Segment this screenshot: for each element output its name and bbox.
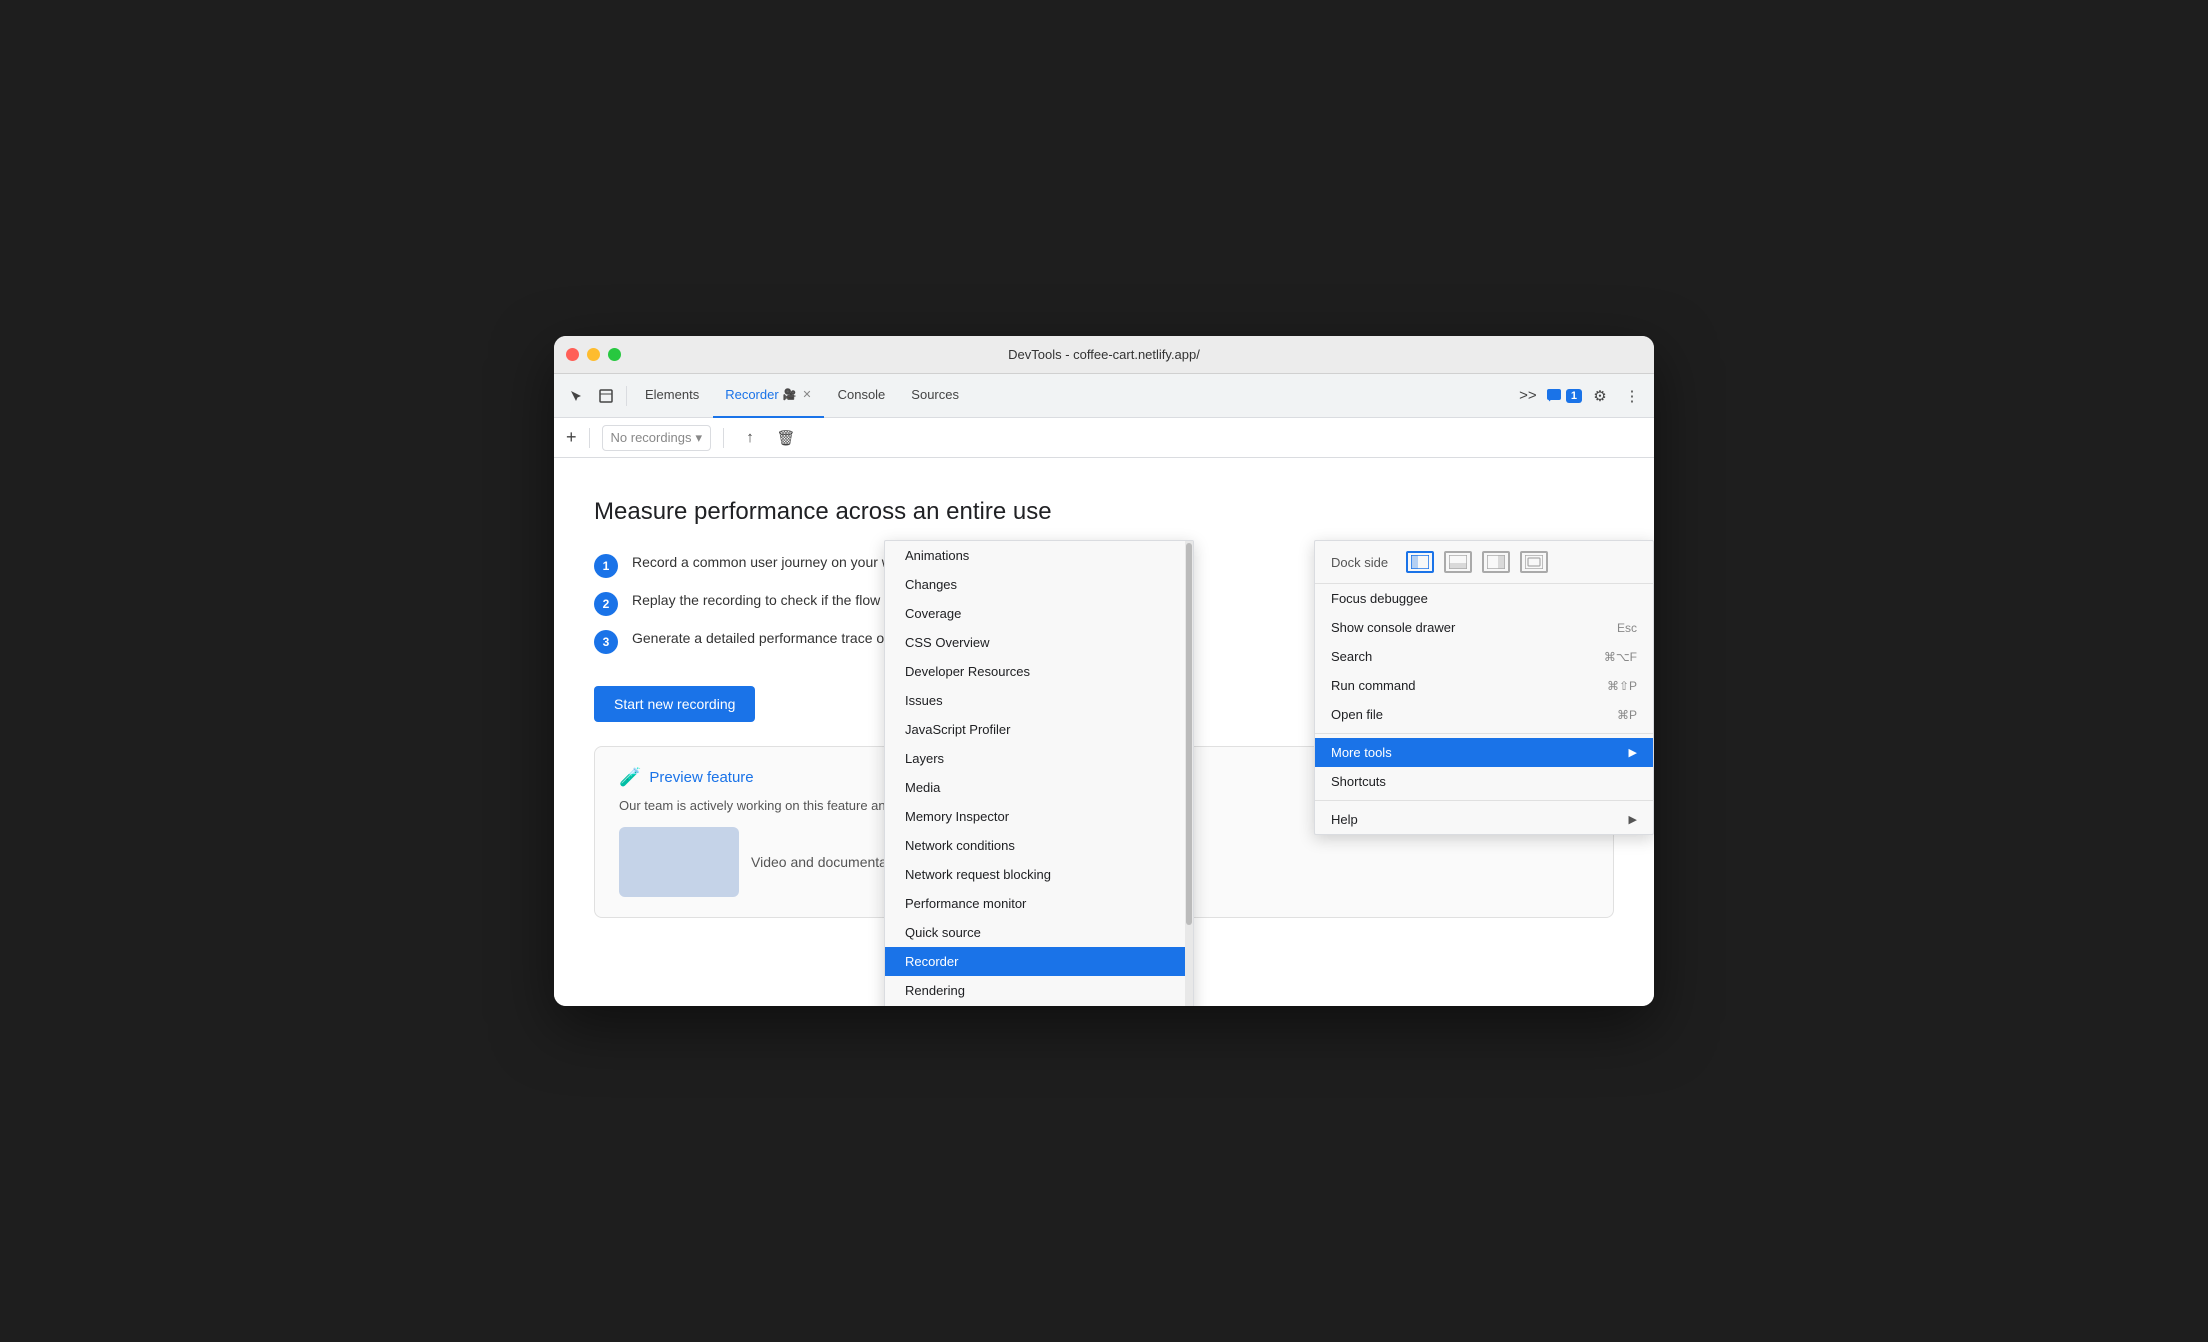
more-tools-item-layers[interactable]: Layers: [885, 744, 1193, 773]
recordings-dropdown[interactable]: No recordings ▾: [602, 425, 711, 451]
more-tools-item-rendering[interactable]: Rendering: [885, 976, 1193, 1005]
menu-separator-2: [1315, 800, 1653, 801]
cursor-icon[interactable]: [562, 382, 590, 410]
tab-console[interactable]: Console: [826, 374, 898, 418]
sub-toolbar-separator-2: [723, 428, 724, 448]
close-button[interactable]: [566, 348, 579, 361]
more-tools-item-network-request-blocking[interactable]: Network request blocking: [885, 860, 1193, 889]
more-tools-item-recorder[interactable]: Recorder: [885, 947, 1193, 976]
titlebar: DevTools - coffee-cart.netlify.app/: [554, 336, 1654, 374]
menu-item-label: More tools: [1331, 745, 1392, 760]
more-options-button[interactable]: ⋮: [1618, 382, 1646, 410]
right-menu-item-search[interactable]: Search ⌘⌥F: [1315, 642, 1653, 671]
right-menu-item-show-console-drawer[interactable]: Show console drawer Esc: [1315, 613, 1653, 642]
settings-button[interactable]: ⚙: [1586, 382, 1614, 410]
dock-right-icon[interactable]: [1482, 551, 1510, 573]
more-tabs-button[interactable]: >>: [1514, 382, 1542, 410]
undock-icon[interactable]: [1520, 551, 1548, 573]
more-tools-item-quick-source[interactable]: Quick source: [885, 918, 1193, 947]
step-number-3: 3: [594, 630, 618, 654]
more-tools-item-performance-monitor[interactable]: Performance monitor: [885, 889, 1193, 918]
more-tools-item-search[interactable]: Search: [885, 1005, 1193, 1006]
more-tools-item-network-conditions[interactable]: Network conditions: [885, 831, 1193, 860]
inspect-icon[interactable]: [592, 382, 620, 410]
menu-item-shortcut: ⌘P: [1617, 708, 1637, 722]
menu-item-shortcut: ⌘⇧P: [1607, 679, 1637, 693]
more-tools-item-css-overview[interactable]: CSS Overview: [885, 628, 1193, 657]
right-menu-item-focus-debuggee[interactable]: Focus debuggee: [1315, 584, 1653, 613]
scrollbar-thumb[interactable]: [1186, 543, 1192, 926]
right-menu-item-more-tools[interactable]: More tools ▶: [1315, 738, 1653, 767]
dock-side-label: Dock side: [1331, 555, 1388, 570]
right-menu-item-shortcuts[interactable]: Shortcuts: [1315, 767, 1653, 796]
step-number-2: 2: [594, 592, 618, 616]
submenu-arrow-icon: ▶: [1629, 813, 1637, 826]
tab-elements[interactable]: Elements: [633, 374, 711, 418]
submenu-arrow-icon: ▶: [1629, 746, 1637, 759]
delete-button[interactable]: 🗑: [772, 424, 800, 452]
menu-item-label: Search: [1331, 649, 1372, 664]
tab-recorder[interactable]: Recorder 🎥 ✕: [713, 374, 823, 418]
notification-badge: 1: [1566, 389, 1582, 403]
preview-title-text: Preview feature: [649, 769, 753, 786]
toolbar-separator: [626, 386, 627, 406]
menu-item-shortcut: Esc: [1617, 621, 1637, 635]
tab-close-icon[interactable]: ✕: [802, 388, 811, 401]
traffic-lights: [566, 348, 621, 361]
dock-side-row: Dock side: [1315, 541, 1653, 584]
menu-item-label: Open file: [1331, 707, 1383, 722]
recorder-icon: 🎥: [783, 388, 797, 401]
menu-item-label: Help: [1331, 812, 1358, 827]
start-recording-button[interactable]: Start new recording: [594, 686, 755, 722]
right-context-menu: Dock side Focus debuggeeShow consol: [1314, 540, 1654, 835]
more-tools-item-media[interactable]: Media: [885, 773, 1193, 802]
maximize-button[interactable]: [608, 348, 621, 361]
more-tools-item-memory-inspector[interactable]: Memory Inspector: [885, 802, 1193, 831]
more-tools-dropdown: AnimationsChangesCoverageCSS OverviewDev…: [884, 540, 1194, 1006]
menu-item-label: Focus debuggee: [1331, 591, 1428, 606]
chat-icon: [1546, 388, 1562, 404]
menu-item-label: Run command: [1331, 678, 1416, 693]
right-menu-item-run-command[interactable]: Run command ⌘⇧P: [1315, 671, 1653, 700]
right-menu-items: Focus debuggee Show console drawer Esc Sear…: [1315, 584, 1653, 834]
dropdown-items-list: AnimationsChangesCoverageCSS OverviewDev…: [885, 541, 1193, 1006]
sub-toolbar-separator: [589, 428, 590, 448]
more-tools-item-animations[interactable]: Animations: [885, 541, 1193, 570]
add-recording-button[interactable]: +: [566, 427, 577, 448]
more-tools-item-coverage[interactable]: Coverage: [885, 599, 1193, 628]
window-title: DevTools - coffee-cart.netlify.app/: [1008, 347, 1200, 362]
dropdown-arrow-icon: ▾: [695, 430, 702, 446]
preview-thumbnail: [619, 827, 739, 897]
more-tools-item-issues[interactable]: Issues: [885, 686, 1193, 715]
dock-left-icon[interactable]: [1406, 551, 1434, 573]
main-heading: Measure performance across an entire use: [594, 498, 1614, 526]
more-tools-item-changes[interactable]: Changes: [885, 570, 1193, 599]
step-number-1: 1: [594, 554, 618, 578]
devtools-window: DevTools - coffee-cart.netlify.app/ Elem…: [554, 336, 1654, 1006]
minimize-button[interactable]: [587, 348, 600, 361]
menu-separator: [1315, 733, 1653, 734]
toolbar-right: >> 1 ⚙ ⋮: [1514, 382, 1646, 410]
sub-toolbar: + No recordings ▾ ↑ 🗑: [554, 418, 1654, 458]
menu-item-label: Shortcuts: [1331, 774, 1386, 789]
devtools-toolbar: Elements Recorder 🎥 ✕ Console Sources >>…: [554, 374, 1654, 418]
flask-icon: 🧪: [619, 767, 641, 788]
right-menu-item-help[interactable]: Help ▶: [1315, 805, 1653, 834]
export-button[interactable]: ↑: [736, 424, 764, 452]
right-menu-item-open-file[interactable]: Open file ⌘P: [1315, 700, 1653, 729]
menu-item-shortcut: ⌘⌥F: [1604, 650, 1637, 664]
scrollbar-track[interactable]: [1185, 541, 1193, 1006]
dock-bottom-icon[interactable]: [1444, 551, 1472, 573]
tab-sources[interactable]: Sources: [899, 374, 971, 418]
more-tools-item-javascript-profiler[interactable]: JavaScript Profiler: [885, 715, 1193, 744]
menu-item-label: Show console drawer: [1331, 620, 1455, 635]
more-tools-item-developer-resources[interactable]: Developer Resources: [885, 657, 1193, 686]
